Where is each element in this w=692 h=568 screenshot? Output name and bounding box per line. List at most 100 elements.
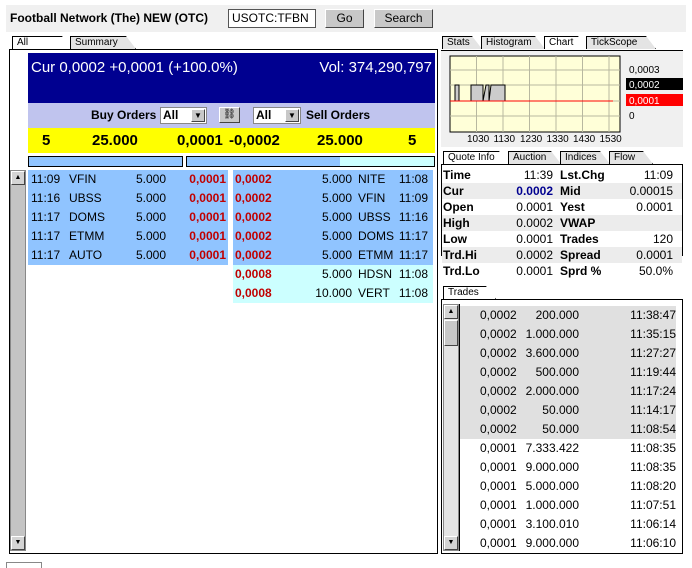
quote-value: 0.0002	[516, 216, 553, 230]
order-qty: 5.000	[321, 229, 352, 243]
trade-row[interactable]: 0,0002 500.000 11:19:44	[460, 363, 676, 382]
x-tick-label: 1530	[600, 134, 623, 145]
market-maker: VFIN	[358, 191, 386, 205]
trade-row[interactable]: 0,0002 50.000 11:08:54	[460, 420, 676, 439]
buy-filter-select[interactable]: All ▼	[160, 107, 207, 124]
trade-row[interactable]: 0,0002 2.000.000 11:17:24	[460, 382, 676, 401]
scroll-up-icon[interactable]: ▲	[444, 305, 458, 319]
quote-label: High	[443, 216, 470, 230]
trade-row[interactable]: 0,0001 7.333.422 11:08:35	[460, 439, 676, 458]
price-chart: 0,0003 0,0002 0,0001 0 1030 1130 1230 1330 1430 1…	[449, 55, 683, 145]
quote-value: 0.00015	[629, 184, 673, 198]
trade-row[interactable]: 0,0001 3.100.010 11:06:14	[460, 515, 676, 534]
x-tick-label: 1330	[547, 134, 570, 145]
trade-time: 11:19:44	[630, 365, 676, 379]
market-maker: VERT	[358, 286, 390, 300]
scroll-thumb[interactable]	[444, 320, 458, 346]
tab-auction[interactable]: Auction	[508, 151, 561, 164]
trades-scrollbar[interactable]: ▲ ▼	[443, 304, 459, 551]
tab-tickscope[interactable]: TickScope	[586, 36, 656, 49]
tab-trades[interactable]: Trades	[443, 286, 496, 299]
quote-row: High 0.0002 VWAP	[442, 215, 682, 231]
sell-order-row[interactable]: 0,0002 5.000 DOMS 11:17	[233, 227, 433, 246]
trade-qty: 50.000	[542, 403, 579, 417]
search-button[interactable]: Search	[374, 9, 433, 28]
x-tick-label: 1230	[520, 134, 543, 145]
trade-time: 11:06:10	[630, 536, 676, 550]
sell-order-row[interactable]: 0,0002 5.000 NITE 11:08	[233, 170, 433, 189]
order-scrollbar[interactable]: ▲ ▼	[10, 170, 26, 551]
quote-row: Low 0.0001 Trades 120	[442, 231, 682, 247]
bottom-tab[interactable]	[6, 562, 42, 568]
quote-value: 0.0001	[516, 200, 553, 214]
scroll-up-icon[interactable]: ▲	[11, 171, 25, 185]
tab-quote-info[interactable]: Quote Info	[443, 151, 509, 164]
order-time: 11:09	[398, 191, 428, 205]
tab-all-orders[interactable]: All orders	[12, 36, 72, 49]
trade-qty: 3.600.000	[525, 346, 579, 360]
quote-label: Trd.Lo	[443, 264, 480, 278]
tab-histogram[interactable]: Histogram	[481, 36, 545, 49]
trade-qty: 3.100.010	[525, 517, 579, 531]
quote-label: VWAP	[560, 216, 596, 230]
sell-depth-bar	[186, 156, 435, 167]
trade-time: 11:08:54	[630, 422, 676, 436]
symbol-input[interactable]: USOTC:TFBN	[228, 9, 316, 28]
order-qty: 5.000	[135, 191, 166, 205]
buy-filter-value: All	[163, 108, 179, 122]
trade-row[interactable]: 0,0002 50.000 11:14:17	[460, 401, 676, 420]
trade-qty: 5.000.000	[525, 479, 579, 493]
filter-bar: Buy Orders All ▼ ⛓ All ▼ Sell Orders	[28, 103, 435, 128]
quote-row: Trd.Lo 0.0001 Sprd % 50.0%	[442, 263, 682, 279]
order-price: 0,0002	[235, 210, 272, 224]
trade-row[interactable]: 0,0001 9.000.000 11:08:35	[460, 458, 676, 477]
order-time: 11:17	[398, 248, 428, 262]
quote-value: 0.0001	[516, 232, 553, 246]
trade-row[interactable]: 0,0002 200.000 11:38:47	[460, 306, 676, 325]
tab-summary[interactable]: Summary	[70, 36, 136, 49]
order-price: 0,0002	[235, 248, 272, 262]
order-time: 11:17	[31, 248, 61, 262]
sell-order-row[interactable]: 0,0002 5.000 ETMM 11:17	[233, 246, 433, 265]
tab-flow[interactable]: Flow	[609, 151, 653, 164]
tab-chart[interactable]: Chart	[544, 36, 588, 49]
tab-stats[interactable]: Stats	[442, 36, 482, 49]
sell-order-row[interactable]: 0,0002 5.000 UBSS 11:16	[233, 208, 433, 227]
trade-row[interactable]: 0,0002 3.600.000 11:27:27	[460, 344, 676, 363]
quote-label: Yest	[560, 200, 585, 214]
security-title: Football Network (The) NEW (OTC)	[10, 11, 208, 25]
go-button[interactable]: Go	[325, 9, 364, 28]
sell-filter-value: All	[256, 108, 272, 122]
tab-indices[interactable]: Indices	[560, 151, 610, 164]
quote-label: Lst.Chg	[560, 168, 605, 182]
y-tick-label: 0	[629, 111, 635, 122]
link-icon[interactable]: ⛓	[219, 107, 240, 123]
order-time: 11:17	[398, 229, 428, 243]
trade-qty: 1.000.000	[525, 498, 579, 512]
trade-row[interactable]: 0,0001 9.000.000 11:06:10	[460, 534, 676, 553]
sell-order-row[interactable]: 0,0002 5.000 VFIN 11:09	[233, 189, 433, 208]
buy-order-row[interactable]: 11:09 VFIN 5.000 0,0001	[28, 170, 228, 189]
trade-time: 11:27:27	[630, 346, 676, 360]
buy-order-row[interactable]: 11:16 UBSS 5.000 0,0001	[28, 189, 228, 208]
trade-price: 0,0002	[480, 384, 517, 398]
trade-row[interactable]: 0,0001 5.000.000 11:08:20	[460, 477, 676, 496]
quote-value: 50.0%	[638, 264, 673, 278]
trade-row[interactable]: 0,0002 1.000.000 11:35:15	[460, 325, 676, 344]
buy-order-row[interactable]: 11:17 AUTO 5.000 0,0001	[28, 246, 228, 265]
trade-qty: 500.000	[535, 365, 579, 379]
trade-price: 0,0001	[480, 479, 517, 493]
sell-filter-select[interactable]: All ▼	[253, 107, 301, 124]
trade-row[interactable]: 0,0001 1.000.000 11:07:51	[460, 496, 676, 515]
order-price: 0,0001	[189, 210, 226, 224]
buy-order-row[interactable]: 11:17 ETMM 5.000 0,0001	[28, 227, 228, 246]
sell-order-row[interactable]: 0,0008 10.000 VERT 11:08	[233, 284, 433, 303]
buy-order-row[interactable]: 11:17 DOMS 5.000 0,0001	[28, 208, 228, 227]
sell-count: 5	[408, 132, 417, 149]
scroll-down-icon[interactable]: ▼	[11, 536, 25, 550]
scroll-down-icon[interactable]: ▼	[444, 536, 458, 550]
best-ask: -0,0002	[229, 132, 280, 149]
trade-qty: 50.000	[542, 422, 579, 436]
x-tick-label: 1430	[573, 134, 596, 145]
sell-order-row[interactable]: 0,0008 5.000 HDSN 11:08	[233, 265, 433, 284]
